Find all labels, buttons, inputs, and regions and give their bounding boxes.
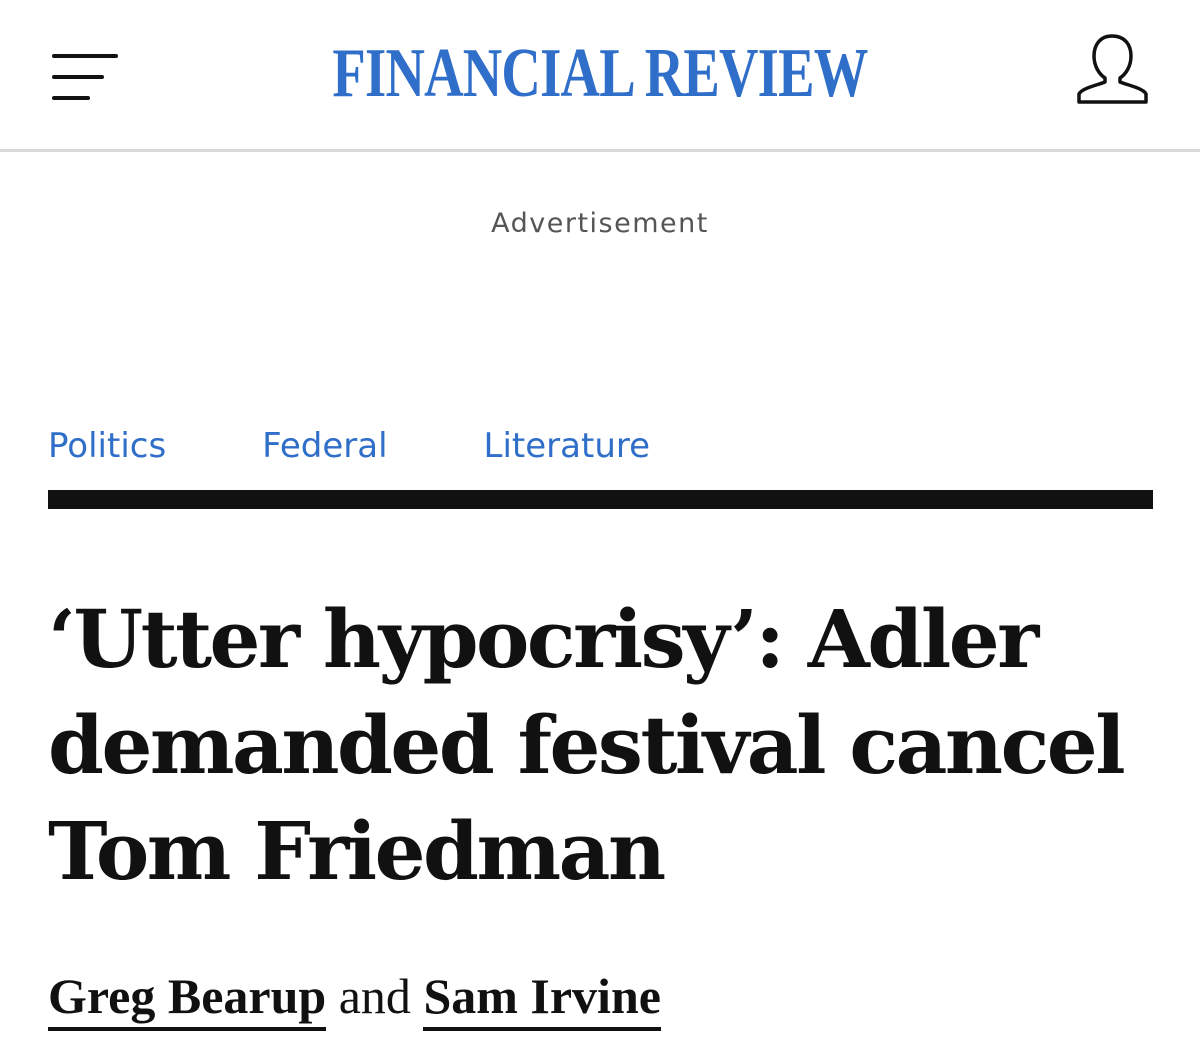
article-headline: ‘Utter hypocrisy’: Adler demanded festiv…	[48, 592, 1126, 898]
section-divider	[48, 490, 1153, 509]
account-button[interactable]	[1070, 30, 1154, 110]
advertisement-label: Advertisement	[491, 208, 709, 239]
tag-politics[interactable]: Politics	[48, 424, 166, 468]
byline-conjunction: and	[338, 968, 411, 1024]
user-account-icon	[1077, 34, 1148, 104]
tag-literature[interactable]: Literature	[484, 424, 650, 468]
author-link-greg-bearup[interactable]: Greg Bearup	[48, 968, 327, 1031]
hamburger-menu-icon	[52, 54, 118, 100]
site-logo[interactable]: FINANCIAL REVIEW	[132, 34, 1068, 114]
author-link-sam-irvine[interactable]: Sam Irvine	[423, 968, 661, 1031]
tag-federal[interactable]: Federal	[262, 424, 387, 468]
site-header: FINANCIAL REVIEW	[0, 0, 1200, 152]
article-tags: Politics Federal Literature	[48, 424, 650, 468]
article-byline: Greg Bearup and Sam Irvine	[48, 966, 1158, 1031]
menu-button[interactable]	[48, 44, 124, 110]
